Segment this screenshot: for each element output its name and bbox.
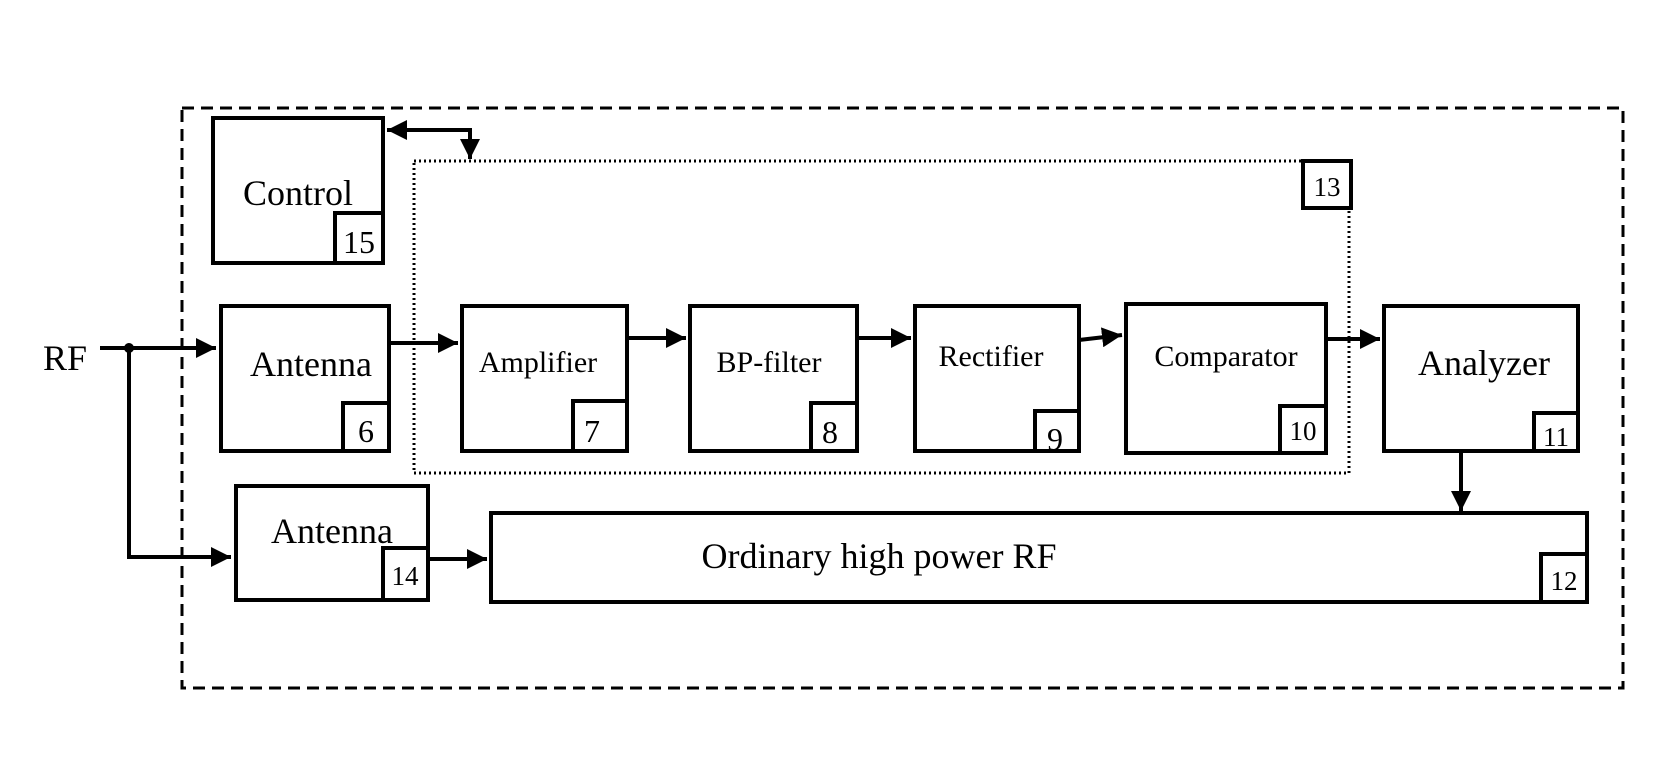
block-comparator-number: 10: [1290, 416, 1317, 446]
block-control: Control 15: [211, 116, 385, 265]
block-control-number: 15: [343, 224, 375, 260]
block-high-power-rf-label: Ordinary high power RF: [702, 536, 1057, 576]
block-bp-filter-number: 8: [822, 414, 838, 450]
block-diagram: 13 RF Control 15 Antenna 6 Amplifier 7 B…: [43, 106, 1625, 690]
block-rectifier-label: Rectifier: [939, 340, 1044, 373]
block-high-power-rf: Ordinary high power RF 12: [489, 511, 1589, 604]
block-antenna-rx-label: Antenna: [250, 344, 372, 384]
block-analyzer-number: 11: [1543, 422, 1569, 452]
block-antenna-tx-number: 14: [392, 561, 420, 591]
block-analyzer: Analyzer 11: [1382, 304, 1580, 453]
rf-branch-line: [127, 348, 231, 567]
block-comparator-label: Comparator: [1154, 340, 1297, 373]
block-high-power-rf-number: 12: [1551, 566, 1578, 596]
block-comparator: Comparator 10: [1124, 302, 1328, 455]
block-antenna-rx: Antenna 6: [219, 304, 391, 453]
rf-input-label: RF: [43, 338, 87, 378]
wire-control-group: [387, 120, 480, 159]
block-antenna-tx: Antenna 14: [234, 484, 430, 602]
block-amplifier: Amplifier 7: [460, 304, 629, 453]
block-analyzer-label: Analyzer: [1418, 343, 1550, 383]
block-amplifier-number: 7: [584, 413, 600, 449]
block-control-label: Control: [243, 173, 353, 213]
block-amplifier-label: Amplifier: [479, 346, 597, 379]
wire-rectifier-comparator: [1078, 327, 1123, 348]
block-rectifier-number: 9: [1047, 421, 1063, 457]
block-rectifier: Rectifier 9: [913, 304, 1081, 457]
block-antenna-tx-label: Antenna: [271, 511, 393, 551]
block-bp-filter: BP-filter 8: [688, 304, 859, 453]
block-antenna-rx-number: 6: [358, 413, 374, 449]
block-bp-filter-label: BP-filter: [717, 346, 822, 379]
group-number: 13: [1314, 172, 1341, 202]
